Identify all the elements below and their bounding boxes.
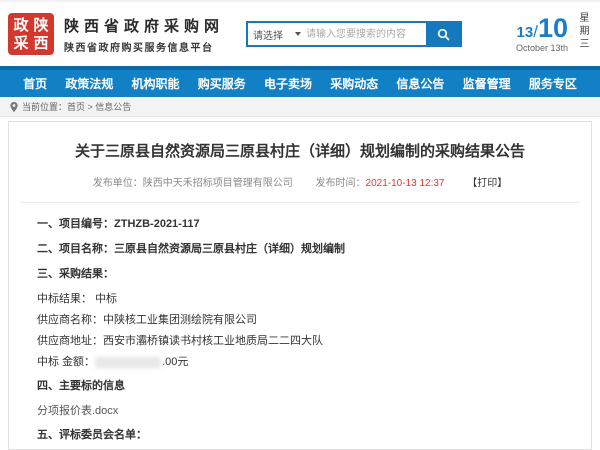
logo-char: 西 [33,36,48,51]
search-button[interactable] [426,23,460,45]
nav-item-announcements[interactable]: 信息公告 [396,75,444,92]
section-subject-info: 四、主要标的信息 [37,379,563,393]
nav-item-home[interactable]: 首页 [23,75,47,92]
site-header: 政 陕 采 西 陕西省政府采购网 陕西省政府购买服务信息平台 请选择 13/10… [0,0,600,66]
nav-item-supervision[interactable]: 监督管理 [463,75,511,92]
publisher-value: 陕西中天禾招标项目管理有限公司 [143,178,293,189]
project-name-value: 三原县自然资源局三原县村庄（详细）规划编制 [114,243,345,255]
project-name-label: 二、项目名称： [37,243,114,255]
page-title: 关于三原县自然资源局三原县村庄（详细）规划编制的采购结果公告 [9,140,591,161]
project-number-label: 一、项目编号： [37,218,114,230]
project-number-value: ZTHZB-2021-117 [114,218,200,230]
site-subtitle: 陕西省政府购买服务信息平台 [64,39,224,54]
nav-item-emarket[interactable]: 电子卖场 [264,75,312,92]
nav-item-service-zone[interactable]: 服务专区 [529,75,577,92]
logo-char: 陕 [33,18,48,33]
nav-item-purchase-services[interactable]: 购买服务 [198,75,246,92]
breadcrumb: 当前位置： 首页 > 信息公告 [0,97,600,117]
bid-result-label: 中标结果： [37,293,92,305]
location-pin-icon [10,102,18,112]
date-display: 13/10 October 13th 星期三 [516,12,592,56]
publish-time-label: 发布时间： [316,178,366,189]
article-meta: 发布单位：陕西中天禾招标项目管理有限公司 发布时间：2021-10-13 12:… [9,174,591,189]
announcement-card: 关于三原县自然资源局三原县村庄（详细）规划编制的采购结果公告 发布单位：陕西中天… [8,121,592,450]
date-month: 10 [538,13,568,43]
date-day: 13 [517,24,534,41]
logo-char: 采 [13,36,28,51]
supplier-name-line: 供应商名称：中陕核工业集团测绘院有限公司 [37,313,563,327]
article-body: 一、项目编号：ZTHZB-2021-117 二、项目名称：三原县自然资源局三原县… [9,203,591,450]
nav-item-procurement-news[interactable]: 采购动态 [330,75,378,92]
supplier-address-value: 西安市灞桥镇读书村核工业地质局二二四大队 [103,335,323,347]
bid-amount-line: 中标 金额： .00元 [37,355,563,369]
supplier-address-line: 供应商地址：西安市灞桥镇读书村核工业地质局二二四大队 [37,334,563,348]
bid-result-value: 中标 [95,293,117,305]
search-category-select[interactable]: 请选择 [248,23,306,45]
search-select-label: 请选择 [253,27,283,42]
section-committee: 五、评标委员会名单： [37,428,563,442]
search-input[interactable] [306,23,426,45]
section-project-name: 二、项目名称：三原县自然资源局三原县村庄（详细）规划编制 [37,242,563,256]
print-button[interactable]: 【打印】 [467,178,507,189]
search-icon [437,28,450,41]
nav-item-policies[interactable]: 政策法规 [65,75,113,92]
site-titles: 陕西省政府采购网 陕西省政府购买服务信息平台 [64,15,224,54]
weekday-label: 星期三 [575,12,590,56]
supplier-name-label: 供应商名称： [37,314,103,326]
attachment-link[interactable]: 分项报价表.docx [37,404,563,418]
breadcrumb-path[interactable]: 首页 > 信息公告 [67,100,131,113]
section-project-number: 一、项目编号：ZTHZB-2021-117 [37,217,563,231]
chevron-down-icon [295,32,301,36]
date-english: October 13th [516,43,568,53]
nav-item-functions[interactable]: 机构职能 [132,75,180,92]
section-procurement-result: 三、采购结果： [37,267,563,281]
publisher-label: 发布单位： [93,178,143,189]
bid-amount-suffix: .00元 [162,356,188,368]
site-logo[interactable]: 政 陕 采 西 [8,13,54,55]
supplier-address-label: 供应商地址： [37,335,103,347]
publish-time-value: 2021-10-13 12:37 [366,178,445,189]
main-nav: 首页 政策法规 机构职能 购买服务 电子卖场 采购动态 信息公告 监督管理 服务… [0,66,600,97]
site-title: 陕西省政府采购网 [64,15,224,36]
bid-result-line: 中标结果： 中标 [37,292,563,306]
redacted-amount [95,357,161,368]
bid-amount-label: 中标 金额： [37,356,95,368]
breadcrumb-label: 当前位置： [22,100,67,113]
search-bar: 请选择 [246,21,462,47]
supplier-name-value: 中陕核工业集团测绘院有限公司 [103,314,257,326]
logo-char: 政 [13,18,28,33]
